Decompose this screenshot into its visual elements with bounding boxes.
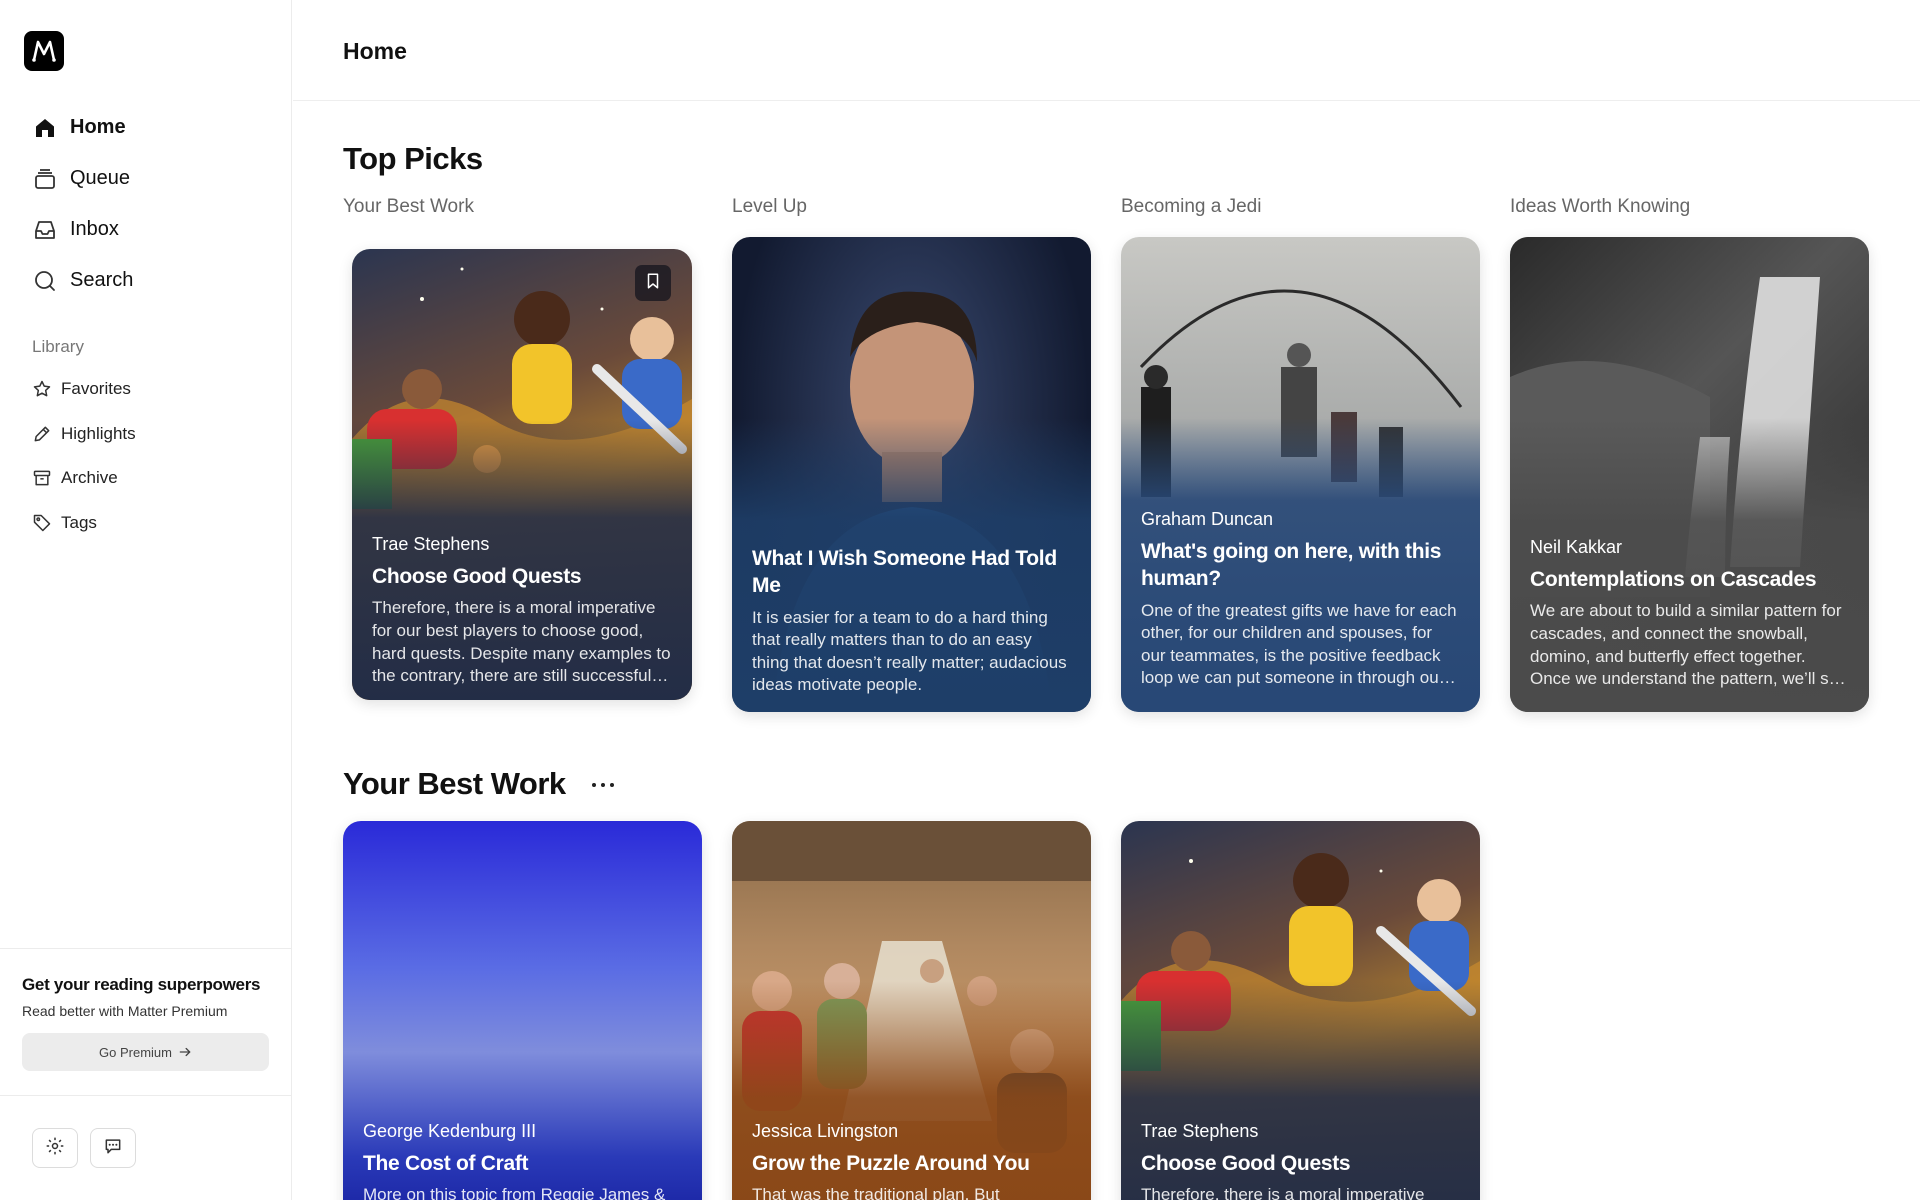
library-item-label: Favorites: [61, 379, 131, 399]
card-title: Choose Good Quests: [1141, 1152, 1351, 1175]
card-description: That was the traditional plan. But: [752, 1185, 1000, 1200]
card-description: More on this topic from Reggie James & m…: [363, 1185, 666, 1200]
card-title: Choose Good Quests: [372, 565, 582, 588]
page-title: Home: [343, 38, 407, 64]
more-options-button[interactable]: [588, 770, 618, 800]
nav-item-queue[interactable]: Queue: [32, 153, 133, 204]
archive-icon: [32, 468, 52, 488]
go-premium-button[interactable]: Go Premium: [22, 1033, 269, 1071]
card-description: Therefore, there is a moral imperative: [1141, 1185, 1425, 1200]
tag-icon: [32, 513, 52, 533]
search-icon: [32, 268, 57, 293]
promo-subtitle: Read better with Matter Premium: [22, 1003, 228, 1019]
inbox-icon: [32, 217, 57, 242]
card-author: Graham Duncan: [1141, 509, 1274, 529]
card-author: Trae Stephens: [1141, 1121, 1259, 1141]
library-item-highlights[interactable]: Highlights: [32, 412, 136, 457]
sidebar: Home Queue Inbox Search Library Favorite…: [0, 0, 292, 1200]
card-description: We are about to build a similar pattern …: [1530, 601, 1848, 689]
card-text: Graham Duncan What's going on here, with…: [1141, 509, 1460, 690]
article-card[interactable]: What I Wish Someone Had Told Me It is ea…: [732, 237, 1091, 712]
card-title: Contemplations on Cascades: [1530, 568, 1817, 591]
article-card[interactable]: Neil Kakkar Contemplations on Cascades W…: [1510, 237, 1869, 712]
nav-item-label: Inbox: [70, 218, 119, 240]
settings-button[interactable]: [32, 1128, 78, 1168]
pencil-icon: [32, 424, 52, 444]
home-icon: [32, 115, 57, 140]
card-title: What I Wish Someone Had Told Me: [752, 547, 1057, 598]
column-label: Ideas Worth Knowing: [1510, 196, 1691, 217]
top-picks-heading: Top Picks: [343, 141, 483, 176]
nav-item-label: Queue: [70, 167, 131, 189]
article-card[interactable]: Graham Duncan What's going on here, with…: [1121, 237, 1480, 712]
library-nav: Favorites Highlights Archive Tags: [32, 367, 136, 545]
library-item-label: Highlights: [61, 423, 136, 443]
column-label: Your Best Work: [343, 196, 474, 217]
nav-item-label: Home: [70, 116, 126, 138]
library-item-label: Archive: [61, 468, 118, 488]
card-title: Grow the Puzzle Around You: [752, 1152, 1030, 1175]
library-item-favorites[interactable]: Favorites: [32, 367, 136, 412]
promo-title: Get your reading superpowers: [22, 975, 261, 994]
matter-logo[interactable]: [24, 31, 64, 71]
library-item-label: Tags: [61, 512, 97, 532]
article-card[interactable]: Jessica Livingston Grow the Puzzle Aroun…: [732, 821, 1091, 1200]
card-text: George Kedenburg III The Cost of Craft M…: [363, 1121, 682, 1200]
nav-item-inbox[interactable]: Inbox: [32, 204, 133, 255]
article-card[interactable]: George Kedenburg III The Cost of Craft M…: [343, 821, 702, 1200]
card-title: What's going on here, with this human?: [1141, 540, 1442, 591]
card-title: The Cost of Craft: [363, 1152, 529, 1175]
card-text: Trae Stephens Choose Good Quests Therefo…: [1141, 1121, 1460, 1200]
card-text: Trae Stephens Choose Good Quests Therefo…: [372, 534, 672, 688]
settings-icon: [45, 1136, 65, 1161]
library-item-tags[interactable]: Tags: [32, 501, 136, 546]
column-label: Level Up: [732, 196, 807, 217]
feedback-icon: [103, 1136, 123, 1161]
card-author: Trae Stephens: [372, 534, 490, 554]
logo-mark-icon: [32, 40, 56, 62]
feedback-button[interactable]: [90, 1128, 136, 1168]
article-card[interactable]: Trae Stephens Choose Good Quests Therefo…: [1121, 821, 1480, 1200]
top-bar: Home: [293, 0, 1920, 101]
star-icon: [32, 379, 52, 399]
primary-nav: Home Queue Inbox Search: [32, 102, 133, 306]
nav-item-search[interactable]: Search: [32, 255, 133, 306]
arrow-right-icon: [178, 1045, 192, 1059]
card-text: Jessica Livingston Grow the Puzzle Aroun…: [752, 1121, 1071, 1200]
card-author: George Kedenburg III: [363, 1121, 537, 1141]
queue-icon: [32, 166, 57, 191]
best-work-heading: Your Best Work: [343, 766, 566, 801]
column-label: Becoming a Jedi: [1121, 196, 1262, 217]
article-card[interactable]: Trae Stephens Choose Good Quests Therefo…: [352, 249, 692, 700]
premium-promo: Get your reading superpowers Read better…: [0, 948, 292, 1096]
card-description: It is easier for a team to do a hard thi…: [752, 607, 1067, 695]
card-author: Neil Kakkar: [1530, 537, 1623, 557]
library-heading: Library: [32, 337, 84, 356]
go-premium-label: Go Premium: [99, 1044, 172, 1060]
card-description: One of the greatest gifts we have for ea…: [1141, 600, 1457, 688]
card-author: Jessica Livingston: [752, 1121, 899, 1141]
bookmark-button[interactable]: [635, 265, 671, 301]
nav-item-label: Search: [70, 269, 134, 291]
card-text: What I Wish Someone Had Told Me It is ea…: [752, 537, 1071, 697]
card-description: Therefore, there is a moral imperative f…: [372, 598, 671, 686]
bookmark-icon: [644, 271, 662, 296]
library-item-archive[interactable]: Archive: [32, 456, 136, 501]
more-horizontal-icon: [591, 776, 615, 794]
nav-item-home[interactable]: Home: [32, 102, 133, 153]
card-text: Neil Kakkar Contemplations on Cascades W…: [1530, 537, 1849, 691]
